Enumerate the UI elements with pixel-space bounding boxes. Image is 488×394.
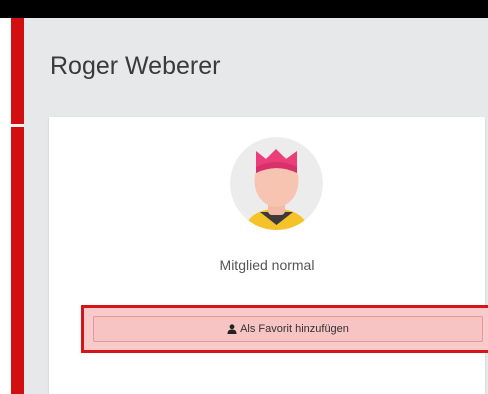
page-title: Roger Weberer [50, 52, 221, 80]
sidebar-divider [11, 124, 24, 127]
add-favorite-button[interactable]: Als Favorit hinzufügen [93, 316, 483, 342]
sidebar-edge [0, 18, 11, 394]
favorite-highlight: Als Favorit hinzufügen [81, 305, 488, 353]
add-favorite-label: Als Favorit hinzufügen [240, 323, 349, 335]
sidebar-accent-stripe [11, 18, 24, 394]
member-status: Mitglied normal [219, 257, 315, 273]
top-bar [0, 0, 488, 18]
profile-card: Mitglied normal Als Favorit hinzufügen [49, 117, 488, 394]
page: Roger Weberer Mitglied normal Als Favori… [0, 0, 488, 394]
main-content: Roger Weberer Mitglied normal Als Favori… [24, 18, 488, 394]
avatar [230, 137, 323, 230]
user-avatar-icon [230, 137, 323, 230]
user-icon [227, 324, 237, 334]
